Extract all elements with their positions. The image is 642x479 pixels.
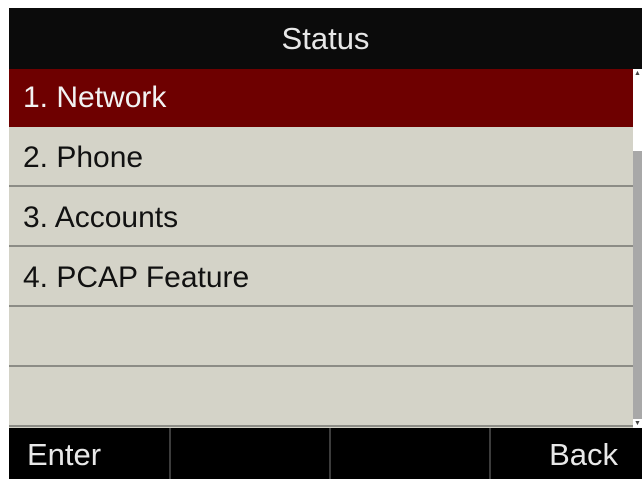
screen-title: Status	[9, 8, 642, 69]
scroll-thumb[interactable]	[633, 151, 642, 419]
menu-item-pcap-feature[interactable]: 4. PCAP Feature	[9, 249, 633, 307]
menu-item-empty	[9, 369, 633, 427]
scroll-down-icon: ▼	[634, 420, 641, 427]
menu-item-network[interactable]: 1. Network	[9, 69, 633, 127]
menu-item-accounts[interactable]: 3. Accounts	[9, 189, 633, 247]
menu-scrollbar[interactable]: ▲ ▼	[633, 69, 642, 428]
back-softkey[interactable]: Back	[491, 428, 642, 479]
phone-screen: Status 1. Network 2. Phone 3. Accounts 4…	[9, 8, 642, 479]
menu-item-empty	[9, 309, 633, 367]
enter-softkey[interactable]: Enter	[9, 428, 171, 479]
status-menu: 1. Network 2. Phone 3. Accounts 4. PCAP …	[9, 69, 633, 428]
softkey-2[interactable]	[171, 428, 331, 479]
softkey-bar: Enter Back	[9, 428, 642, 479]
softkey-3[interactable]	[331, 428, 491, 479]
menu-item-phone[interactable]: 2. Phone	[9, 129, 633, 187]
scroll-up-icon: ▲	[634, 70, 641, 77]
